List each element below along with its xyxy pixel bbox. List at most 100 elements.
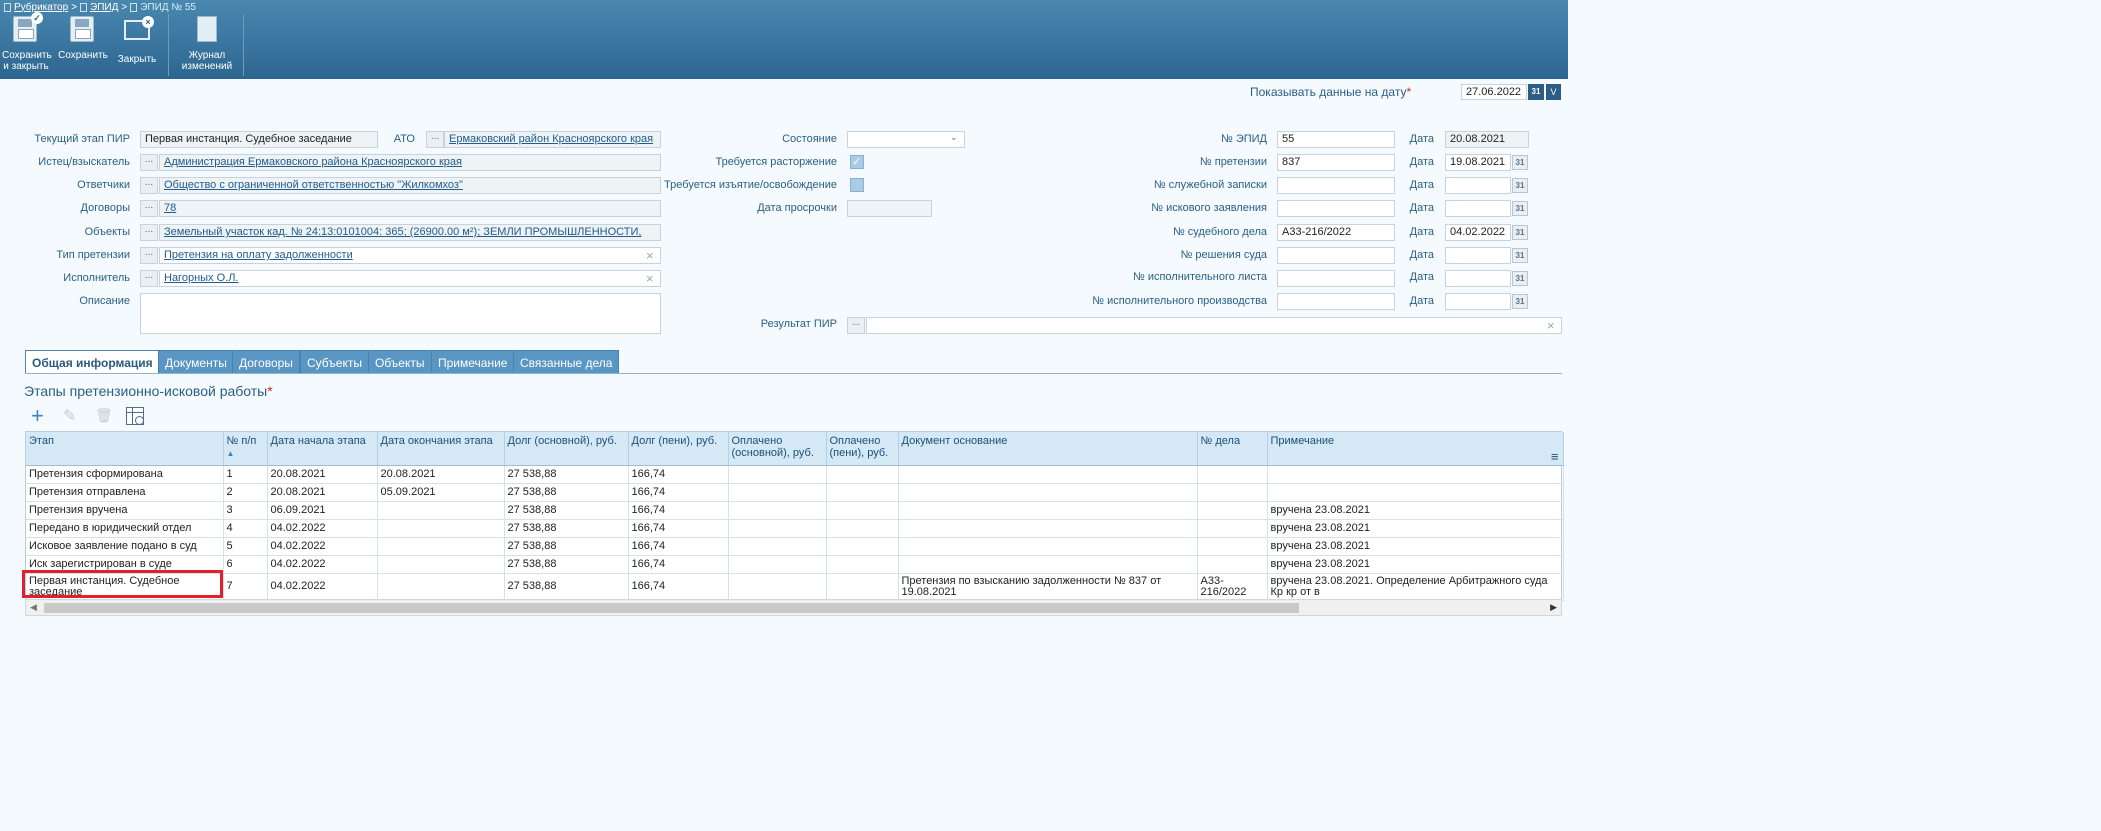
table-row[interactable]: Исковое заявление подано в суд 5 04.02.202… xyxy=(26,537,1564,556)
contracts-field[interactable]: 78 xyxy=(159,200,661,217)
memo-date-input[interactable] xyxy=(1445,177,1511,194)
contracts-picker-button[interactable]: ... xyxy=(140,200,158,217)
decision-date-input[interactable] xyxy=(1445,247,1511,264)
col-header-case-no[interactable]: № дела xyxy=(1197,432,1268,466)
col-header-note[interactable]: Примечание ≡ xyxy=(1267,432,1564,466)
save-close-button[interactable]: ✓ Сохранить и закрыть xyxy=(2,12,52,72)
termination-checkbox[interactable]: ✓ xyxy=(850,155,864,169)
cell-case-no xyxy=(1197,501,1268,520)
state-select[interactable] xyxy=(847,131,965,148)
save-button[interactable]: Сохранить xyxy=(58,16,108,61)
case-date-input[interactable]: 04.02.2022 xyxy=(1445,224,1511,241)
col-header-stage[interactable]: Этап xyxy=(26,432,224,466)
contracts-link[interactable]: 78 xyxy=(164,202,176,214)
scroll-left-icon[interactable]: ◀ xyxy=(30,602,37,613)
writ-date-input[interactable] xyxy=(1445,270,1511,287)
epid-no-label: № ЭПИД xyxy=(1220,133,1267,145)
scroll-thumb[interactable] xyxy=(44,603,1299,613)
tab-related-cases[interactable]: Связанные дела xyxy=(513,350,620,374)
tab-subjects[interactable]: Субъекты xyxy=(300,350,369,374)
objects-picker-button[interactable]: ... xyxy=(140,224,158,241)
table-row[interactable]: Передано в юридический отдел 4 04.02.2022 2… xyxy=(26,519,1564,538)
defendants-picker-button[interactable]: ... xyxy=(140,177,158,194)
memo-no-input[interactable] xyxy=(1277,177,1395,194)
ato-link[interactable]: Ермаковский район Красноярского края xyxy=(449,133,653,145)
claim-date-input[interactable]: 19.08.2021 xyxy=(1445,154,1511,171)
col-header-basis-doc[interactable]: Документ основание xyxy=(898,432,1198,466)
close-button[interactable]: × Закрыть xyxy=(116,16,158,65)
claim-no-input[interactable]: 837 xyxy=(1277,154,1395,171)
objects-field[interactable]: Земельный участок кад. № 24:13:0101004: … xyxy=(159,224,661,241)
col-header-start-date[interactable]: Дата начала этапа xyxy=(267,432,378,466)
decision-no-input[interactable] xyxy=(1277,247,1395,264)
claim-type-picker-button[interactable]: ... xyxy=(140,247,158,264)
result-field[interactable] xyxy=(866,317,1562,334)
result-picker-button[interactable]: ... xyxy=(847,317,865,334)
tab-contracts[interactable]: Договоры xyxy=(232,350,300,374)
executor-field[interactable]: Нагорных О.Л. xyxy=(159,270,661,287)
table-row[interactable]: Иск зарегистрирован в суде 6 04.02.2022 27 … xyxy=(26,555,1564,574)
claim-type-link[interactable]: Претензия на оплату задолженности xyxy=(164,249,353,261)
case-no-input[interactable]: А33-216/2022 xyxy=(1277,224,1395,241)
delete-icon[interactable]: 🗑 xyxy=(95,407,113,424)
col-header-paid-penalty[interactable]: Оплачено (пени), руб. xyxy=(826,432,899,466)
calendar-icon[interactable]: 31 xyxy=(1512,178,1528,193)
plaintiff-link[interactable]: Администрация Ермаковского района Красно… xyxy=(164,156,462,168)
ato-field[interactable]: Ермаковский район Красноярского края xyxy=(444,131,661,148)
calendar-icon[interactable]: 31 xyxy=(1512,201,1528,216)
cell-stage: Претензия сформирована xyxy=(26,465,224,484)
seizure-checkbox[interactable] xyxy=(850,178,864,192)
suit-date-input[interactable] xyxy=(1445,200,1511,217)
plaintiff-picker-button[interactable]: ... xyxy=(140,154,158,171)
scroll-right-icon[interactable]: ▶ xyxy=(1550,602,1557,613)
enf-no-input[interactable] xyxy=(1277,293,1395,310)
writ-no-input[interactable] xyxy=(1277,270,1395,287)
table-row[interactable]: Претензия отправлена 2 20.08.2021 05.09.202… xyxy=(26,483,1564,502)
date-filter-input[interactable]: 27.06.2022 xyxy=(1461,84,1527,100)
executor-link[interactable]: Нагорных О.Л. xyxy=(164,272,239,284)
writ-no-label: № исполнительного листа xyxy=(1132,271,1267,283)
executor-picker-button[interactable]: ... xyxy=(140,270,158,287)
clear-icon[interactable]: × xyxy=(1547,319,1555,332)
edit-icon[interactable]: ✎ xyxy=(63,406,76,426)
column-menu-icon[interactable]: ≡ xyxy=(1551,450,1559,463)
table-settings-icon[interactable] xyxy=(126,407,144,425)
tab-general[interactable]: Общая информация xyxy=(25,350,160,374)
description-textarea[interactable] xyxy=(140,293,661,334)
calendar-icon[interactable]: 31 xyxy=(1512,248,1528,263)
clear-icon[interactable]: × xyxy=(646,249,654,262)
clear-icon[interactable]: × xyxy=(646,272,654,285)
chevron-down-icon[interactable]: V xyxy=(1546,84,1561,100)
table-row[interactable]: Претензия сформирована 1 20.08.2021 20.08.2… xyxy=(26,465,1564,484)
col-header-number[interactable]: № п/п ▲ xyxy=(223,432,268,466)
journal-button[interactable]: Журнал изменений xyxy=(178,16,236,72)
calendar-icon[interactable]: 31 xyxy=(1512,155,1528,170)
col-header-debt-penalty[interactable]: Долг (пени), руб. xyxy=(628,432,729,466)
tab-documents[interactable]: Документы xyxy=(158,350,234,374)
enf-date-input[interactable] xyxy=(1445,293,1511,310)
col-header-debt-main[interactable]: Долг (основной), руб. xyxy=(504,432,629,466)
plaintiff-field[interactable]: Администрация Ермаковского района Красно… xyxy=(159,154,661,171)
breadcrumb-root-link[interactable]: Рубрикатор xyxy=(14,2,68,13)
epid-no-input[interactable]: 55 xyxy=(1277,131,1395,148)
claim-type-field[interactable]: Претензия на оплату задолженности xyxy=(159,247,661,264)
tab-notes[interactable]: Примечание xyxy=(431,350,515,374)
suit-no-input[interactable] xyxy=(1277,200,1395,217)
col-header-paid-main[interactable]: Оплачено (основной), руб. xyxy=(728,432,827,466)
calendar-icon[interactable]: 31 xyxy=(1512,294,1528,309)
breadcrumb-mid-link[interactable]: ЭПИД xyxy=(90,2,118,13)
defendants-link[interactable]: Общество с ограниченной ответственностью… xyxy=(164,179,463,191)
defendants-field[interactable]: Общество с ограниченной ответственностью… xyxy=(159,177,661,194)
ato-picker-button[interactable]: ... xyxy=(426,131,444,148)
horizontal-scrollbar[interactable]: ◀ ▶ xyxy=(25,599,1562,616)
tab-objects[interactable]: Объекты xyxy=(368,350,432,374)
calendar-icon[interactable]: 31 xyxy=(1512,271,1528,286)
objects-link[interactable]: Земельный участок кад. № 24:13:0101004: … xyxy=(164,226,641,238)
calendar-icon[interactable]: 31 xyxy=(1512,225,1528,240)
add-icon[interactable]: + xyxy=(31,405,44,427)
cell-paid-penalty xyxy=(826,573,899,601)
table-row[interactable]: Претензия вручена 3 06.09.2021 27 538,88 166… xyxy=(26,501,1564,520)
table-row[interactable]: Первая инстанция. Судебное заседание 7 04.… xyxy=(26,573,1564,601)
col-header-end-date[interactable]: Дата окончания этапа xyxy=(377,432,505,466)
calendar-icon[interactable]: 31 xyxy=(1528,84,1544,100)
